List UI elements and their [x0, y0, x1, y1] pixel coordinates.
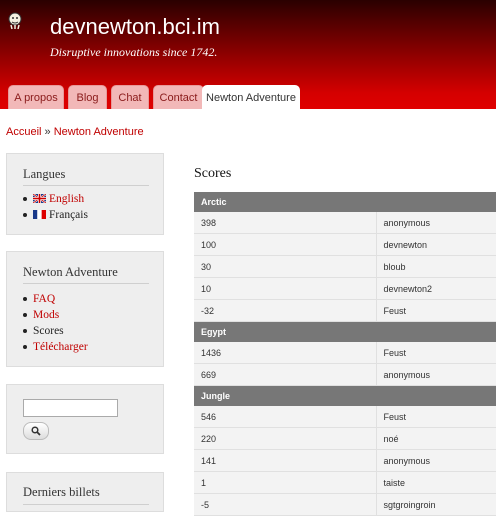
score-value: -5 — [194, 493, 376, 516]
table-row: 546 Feust — [194, 406, 496, 428]
uk-flag-icon — [33, 194, 46, 203]
player-name: bloub — [375, 255, 496, 278]
page-title: Scores — [194, 166, 232, 181]
search-button[interactable] — [23, 422, 49, 440]
breadcrumb-separator: » — [44, 126, 51, 138]
newton-menu: FAQ Mods Scores Télécharger — [23, 291, 88, 355]
table-row: 1 taiste — [194, 471, 496, 494]
player-name: devnewton2 — [375, 277, 496, 300]
faq-link[interactable]: FAQ — [33, 293, 55, 305]
group-name: Egypt — [194, 321, 496, 342]
telecharger-link[interactable]: Télécharger — [33, 341, 88, 353]
group-name: Arctic — [194, 192, 496, 212]
lion-logo-icon[interactable] — [8, 10, 22, 30]
score-group-header: Egypt — [194, 321, 496, 342]
search-input[interactable] — [23, 399, 118, 417]
score-value: 669 — [194, 363, 376, 386]
table-row: 398 anonymous — [194, 212, 496, 234]
menu-item-mods: Mods — [23, 307, 88, 323]
site-slogan: Disruptive innovations since 1742. — [50, 45, 218, 59]
scores-table: Arctic 398 anonymous 100 devnewton 30 bloub… — [194, 192, 496, 516]
player-name: Feust — [375, 299, 496, 322]
breadcrumb-home-link[interactable]: Accueil — [6, 126, 41, 138]
player-name: Feust — [375, 406, 496, 428]
player-name: Feust — [375, 342, 496, 364]
player-name: noé — [375, 427, 496, 450]
breadcrumb: Accueil » Newton Adventure — [6, 126, 144, 138]
score-value: 10 — [194, 277, 376, 300]
newton-adventure-block: Newton Adventure FAQ Mods Scores Télécha… — [6, 251, 164, 367]
table-row: 1436 Feust — [194, 342, 496, 364]
menu-item-telecharger: Télécharger — [23, 339, 88, 355]
france-flag-icon — [33, 210, 46, 219]
tab-chat[interactable]: Chat — [111, 85, 149, 109]
divider — [23, 185, 149, 186]
score-value: 398 — [194, 212, 376, 234]
tab-contact[interactable]: Contact — [153, 85, 204, 109]
language-label-francais: Français — [49, 209, 88, 221]
tab-a-propos[interactable]: A propos — [8, 85, 64, 109]
divider — [23, 504, 149, 505]
table-row: 669 anonymous — [194, 363, 496, 386]
score-value: 141 — [194, 449, 376, 472]
table-row: -5 sgtgroingroin — [194, 493, 496, 516]
player-name: anonymous — [375, 212, 496, 234]
language-link-english[interactable]: English — [49, 193, 84, 205]
player-name: anonymous — [375, 363, 496, 386]
player-name: taiste — [375, 471, 496, 494]
table-row: 141 anonymous — [194, 449, 496, 472]
player-name: anonymous — [375, 449, 496, 472]
table-row: 220 noé — [194, 427, 496, 450]
table-row: 10 devnewton2 — [194, 277, 496, 300]
score-value: 1436 — [194, 342, 376, 364]
score-value: 30 — [194, 255, 376, 278]
site-name[interactable]: devnewton.bci.im — [50, 14, 220, 40]
table-row: 100 devnewton — [194, 233, 496, 256]
score-value: 546 — [194, 406, 376, 428]
score-value: 220 — [194, 427, 376, 450]
score-value: 100 — [194, 233, 376, 256]
latest-posts-block: Derniers billets — [6, 472, 164, 512]
menu-item-faq: FAQ — [23, 291, 88, 307]
table-row: -32 Feust — [194, 299, 496, 322]
table-row: 30 bloub — [194, 255, 496, 278]
languages-block-title: Langues — [23, 167, 66, 181]
group-name: Jungle — [194, 385, 496, 406]
latest-posts-title: Derniers billets — [23, 485, 100, 499]
score-value: 1 — [194, 471, 376, 494]
language-item-english: English — [23, 191, 88, 207]
scores-active-label: Scores — [33, 325, 64, 337]
language-item-francais: Français — [23, 207, 88, 223]
search-icon — [31, 426, 41, 436]
score-value: -32 — [194, 299, 376, 322]
site-header: devnewton.bci.im Disruptive innovations … — [0, 0, 496, 110]
tab-blog[interactable]: Blog — [68, 85, 107, 109]
menu-item-scores: Scores — [23, 323, 88, 339]
breadcrumb-current-link[interactable]: Newton Adventure — [54, 126, 144, 138]
newton-block-title: Newton Adventure — [23, 265, 118, 279]
divider — [23, 283, 149, 284]
search-block — [6, 384, 164, 454]
languages-block: Langues English Français — [6, 153, 164, 235]
mods-link[interactable]: Mods — [33, 309, 59, 321]
languages-list: English Français — [23, 191, 88, 223]
score-group-header: Jungle — [194, 385, 496, 406]
score-group-header: Arctic — [194, 192, 496, 212]
player-name: devnewton — [375, 233, 496, 256]
tab-newton-adventure[interactable]: Newton Adventure — [202, 85, 300, 110]
player-name: sgtgroingroin — [375, 493, 496, 516]
